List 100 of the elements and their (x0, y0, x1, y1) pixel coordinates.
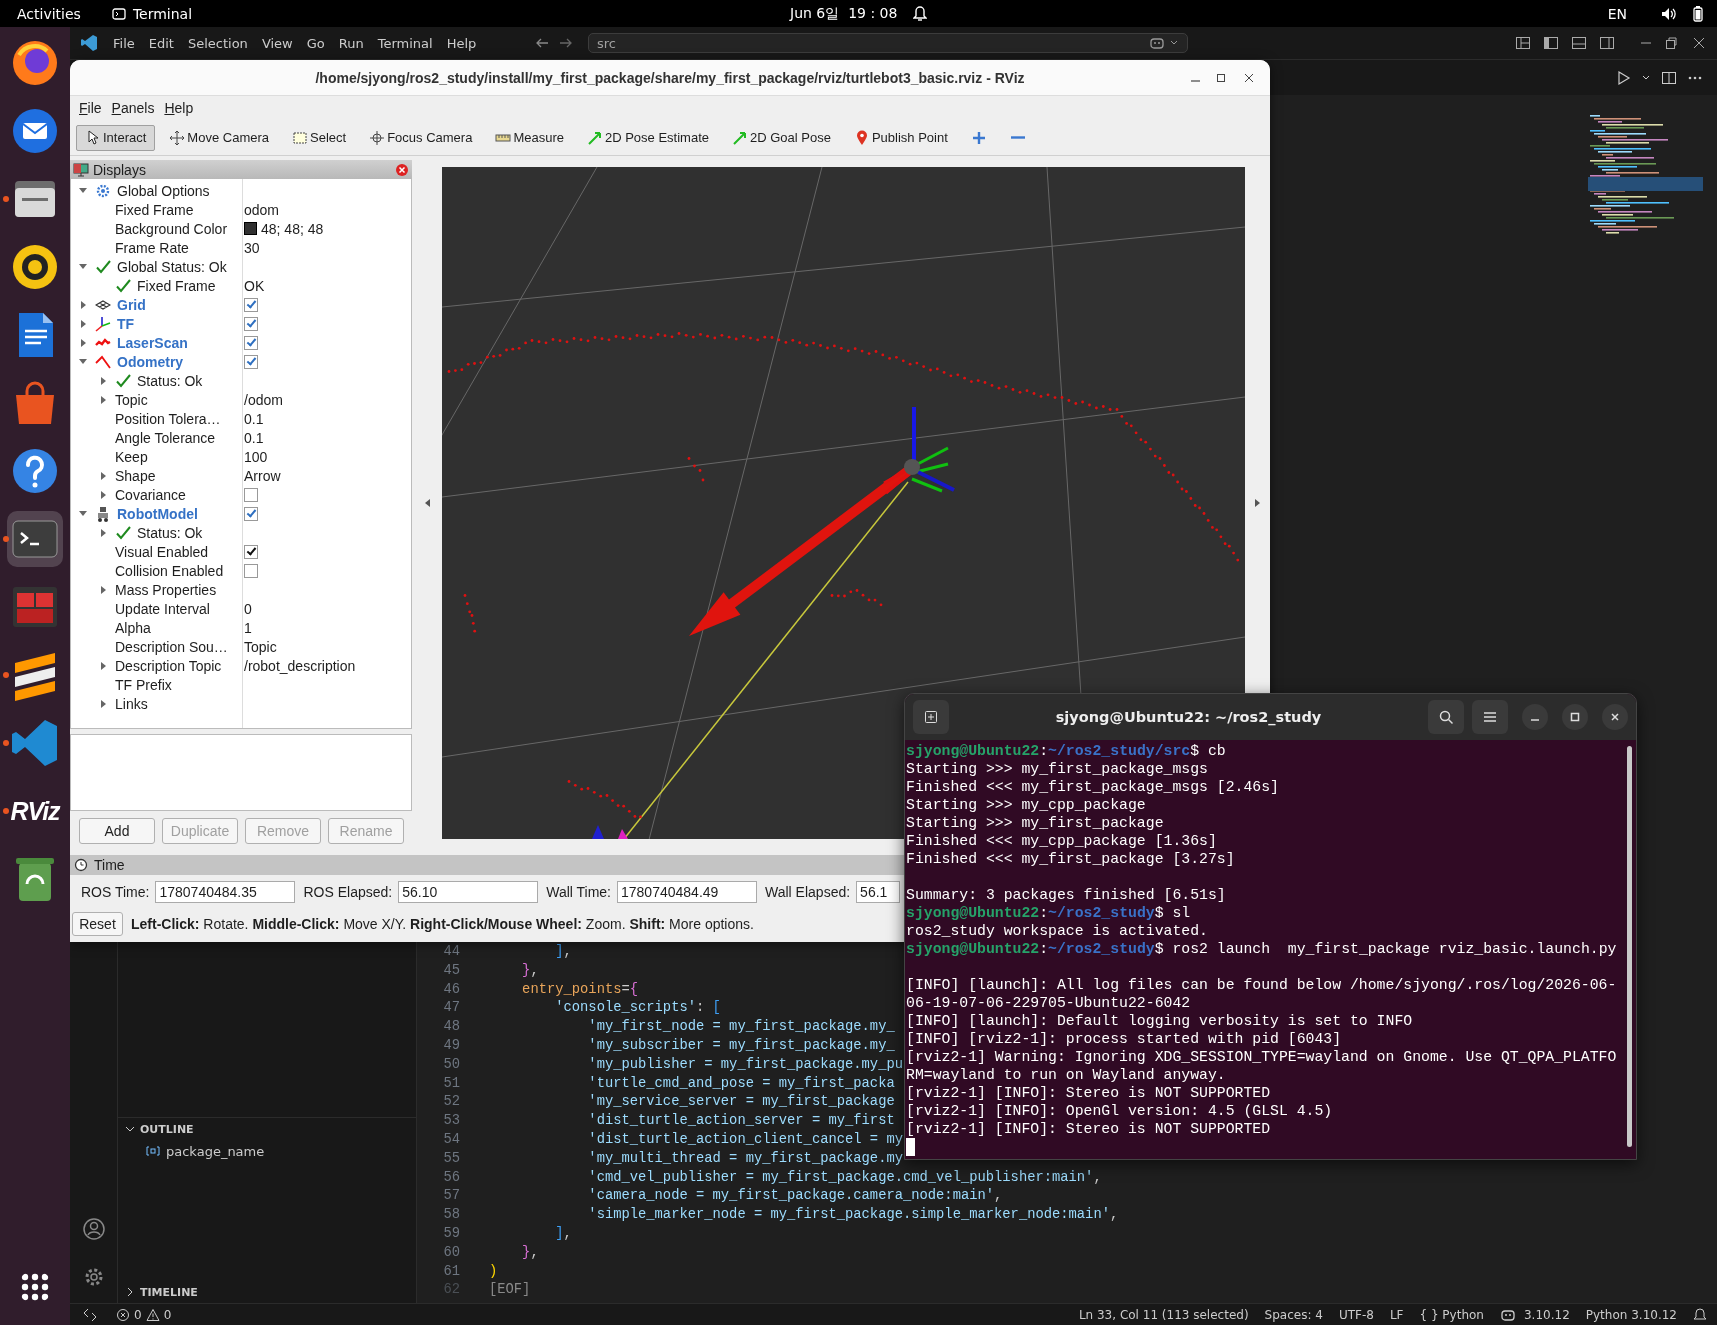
expand-arrow-icon[interactable] (101, 395, 106, 404)
menu-item[interactable]: Help (439, 32, 484, 54)
minimize-icon[interactable] (1191, 79, 1200, 82)
toolbar-button[interactable]: Interact (76, 124, 156, 151)
split-editor-icon[interactable] (1661, 69, 1677, 86)
menu-item[interactable]: Go (299, 32, 332, 54)
menu-item[interactable]: Help (159, 98, 199, 118)
error-count[interactable]: 0 (134, 1307, 142, 1322)
app-menu-label[interactable]: Terminal (132, 5, 193, 22)
account-icon[interactable] (81, 1217, 106, 1241)
minimap-drawing[interactable] (1588, 115, 1703, 235)
expand-arrow-icon[interactable] (101, 490, 106, 499)
expand-arrow-icon[interactable] (101, 661, 106, 670)
expand-arrow-icon[interactable] (101, 585, 106, 594)
toolbar-button[interactable]: 2D Goal Pose (723, 124, 840, 151)
input-source-indicator[interactable]: EN (1607, 5, 1627, 22)
time-value-field[interactable]: 1780740484.49 (617, 881, 757, 903)
expand-arrow-icon[interactable] (101, 471, 106, 480)
display-name[interactable]: TF (117, 315, 135, 332)
menu-button[interactable] (1472, 700, 1508, 734)
toolbar-button[interactable]: Publish Point (844, 124, 957, 151)
panel-button[interactable]: Add (79, 818, 155, 844)
activities-button[interactable]: Activities (17, 5, 81, 22)
time-value-field[interactable]: 1780740484.35 (155, 881, 296, 903)
panel-layout-icon[interactable] (1515, 35, 1531, 51)
new-tab-button[interactable] (913, 700, 949, 734)
reset-button[interactable]: Reset (72, 912, 123, 936)
app-launcher-label[interactable]: RViz (7, 790, 63, 832)
python-version[interactable]: 3.10.12 (1523, 1307, 1570, 1322)
status-item[interactable]: Ln 33, Col 11 (113 selected) (1078, 1307, 1249, 1322)
robot-face-icon[interactable] (1499, 1307, 1516, 1322)
close-icon[interactable] (1691, 35, 1707, 51)
command-center-search[interactable]: src (588, 33, 1188, 53)
clock[interactable]: Jun 6일 19 : 08 (790, 4, 898, 23)
expand-arrow-icon[interactable] (101, 528, 106, 537)
bell-icon[interactable] (913, 5, 928, 22)
checkbox[interactable] (244, 506, 258, 521)
minimize-button[interactable] (1522, 704, 1548, 730)
menu-item[interactable]: File (106, 32, 142, 54)
status-item[interactable]: { } Python (1419, 1307, 1484, 1322)
scrollbar-thumb[interactable] (1627, 746, 1632, 1147)
toolbar-button[interactable]: Move Camera (160, 124, 278, 151)
collapse-arrow-icon[interactable] (79, 511, 87, 516)
toolbar-button[interactable]: Measure (486, 124, 573, 151)
display-name[interactable]: Grid (117, 296, 146, 313)
menu-item[interactable]: Panels (106, 98, 160, 118)
expand-arrow-icon[interactable] (81, 319, 86, 328)
collapse-arrow-icon[interactable] (424, 498, 430, 507)
menu-item[interactable]: File (74, 98, 107, 118)
app-grid-icon[interactable] (20, 1272, 50, 1302)
checkbox[interactable] (244, 335, 258, 350)
collapse-arrow-icon[interactable] (79, 359, 87, 364)
expand-arrow-icon[interactable] (101, 376, 106, 385)
menu-item[interactable]: View (254, 32, 300, 54)
section-header[interactable]: TIMELINE (140, 1285, 198, 1299)
search-button[interactable] (1428, 700, 1464, 734)
error-icon[interactable] (116, 1307, 130, 1322)
battery-icon[interactable] (1693, 5, 1703, 22)
warning-icon[interactable] (145, 1307, 160, 1322)
interpreter-selector[interactable]: Python 3.10.12 (1585, 1307, 1677, 1322)
expand-arrow-icon[interactable] (1255, 498, 1260, 507)
robot-face-icon[interactable] (1149, 36, 1165, 50)
maximize-button[interactable] (1562, 704, 1588, 730)
secondary-sidebar-icon[interactable] (1599, 35, 1615, 51)
expand-arrow-icon[interactable] (81, 338, 86, 347)
outline-item[interactable]: package_name (166, 1143, 265, 1159)
status-item[interactable]: Spaces: 4 (1264, 1307, 1323, 1322)
display-name[interactable]: Odometry (117, 353, 184, 370)
display-name[interactable]: LaserScan (117, 334, 188, 351)
checkbox[interactable] (244, 487, 258, 502)
checkbox[interactable] (244, 297, 258, 312)
expand-arrow-icon[interactable] (101, 699, 106, 708)
status-item[interactable]: UTF-8 (1338, 1307, 1374, 1322)
run-icon[interactable] (1615, 69, 1631, 86)
panel-toggle-icon[interactable] (1571, 35, 1587, 51)
terminal-icon[interactable] (7, 511, 63, 567)
checkbox[interactable] (244, 316, 258, 331)
section-header[interactable]: OUTLINE (140, 1122, 194, 1136)
collapse-arrow-icon[interactable] (79, 264, 87, 269)
menu-item[interactable]: Edit (141, 32, 181, 54)
checkbox[interactable] (244, 354, 258, 369)
checkbox[interactable] (244, 563, 258, 578)
menu-item[interactable]: Run (331, 32, 371, 54)
menu-item[interactable]: Terminal (370, 32, 440, 54)
menu-item[interactable]: Selection (180, 32, 255, 54)
display-name[interactable]: RobotModel (117, 505, 198, 522)
expand-arrow-icon[interactable] (81, 300, 86, 309)
restore-icon[interactable] (1663, 35, 1679, 51)
time-value-field[interactable]: 56.1 (856, 881, 901, 903)
warning-count[interactable]: 0 (163, 1307, 172, 1322)
status-item[interactable]: LF (1389, 1307, 1404, 1322)
sidebar-toggle-icon[interactable] (1543, 35, 1559, 51)
close-button[interactable] (1602, 704, 1628, 730)
checkbox[interactable] (244, 544, 258, 559)
close-icon[interactable] (395, 162, 409, 177)
time-value-field[interactable]: 56.10 (398, 881, 539, 903)
toolbar-button[interactable]: 2D Pose Estimate (577, 124, 718, 151)
toolbar-button[interactable]: Select (283, 124, 356, 151)
remote-icon[interactable] (82, 1306, 98, 1323)
bell-icon[interactable] (1693, 1307, 1707, 1322)
